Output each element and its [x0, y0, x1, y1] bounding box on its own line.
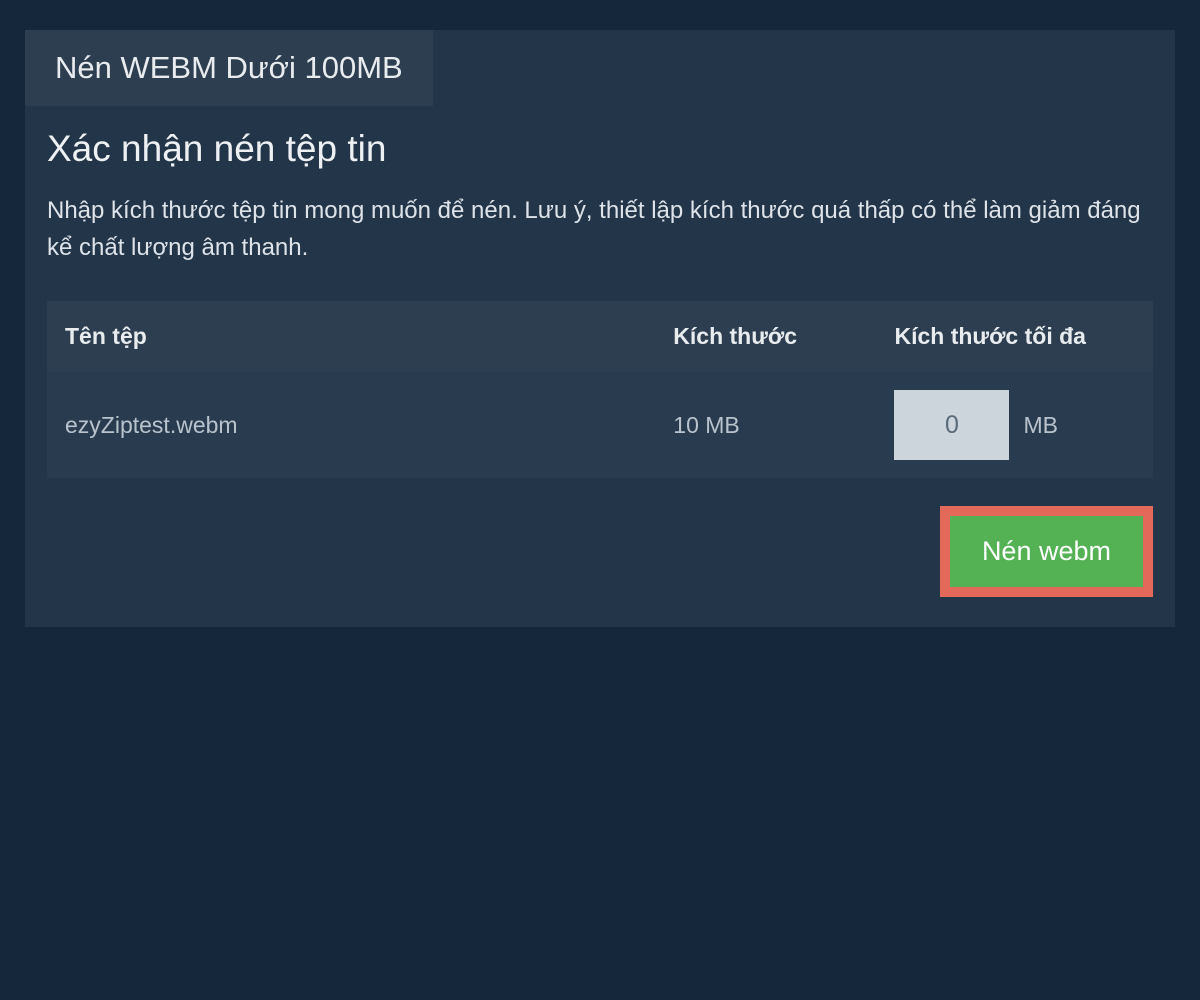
page-description: Nhập kích thước tệp tin mong muốn để nén… [47, 192, 1153, 266]
tab-container: Nén WEBM Dưới 100MB [25, 30, 1175, 106]
compression-panel: Nén WEBM Dưới 100MB Xác nhận nén tệp tin… [25, 30, 1175, 627]
maxsize-input[interactable] [894, 390, 1009, 460]
compress-button[interactable]: Nén webm [950, 516, 1143, 587]
tab-label: Nén WEBM Dưới 100MB [55, 50, 403, 85]
cell-maxsize: MB [876, 372, 1153, 478]
header-size: Kích thước [655, 301, 876, 372]
size-input-wrapper: MB [894, 390, 1135, 460]
tab-compress-webm[interactable]: Nén WEBM Dưới 100MB [25, 30, 433, 106]
header-filename: Tên tệp [47, 301, 655, 372]
file-table: Tên tệp Kích thước Kích thước tối đa ezy… [47, 301, 1153, 478]
size-unit-label: MB [1023, 412, 1058, 439]
compress-button-highlight: Nén webm [940, 506, 1153, 597]
table-header: Tên tệp Kích thước Kích thước tối đa [47, 301, 1153, 372]
page-heading: Xác nhận nén tệp tin [47, 128, 1153, 170]
cell-filename: ezyZiptest.webm [47, 372, 655, 478]
content-area: Xác nhận nén tệp tin Nhập kích thước tệp… [25, 106, 1175, 627]
table-row: ezyZiptest.webm 10 MB MB [47, 372, 1153, 478]
header-maxsize: Kích thước tối đa [876, 301, 1153, 372]
cell-size: 10 MB [655, 372, 876, 478]
button-row: Nén webm [47, 506, 1153, 597]
